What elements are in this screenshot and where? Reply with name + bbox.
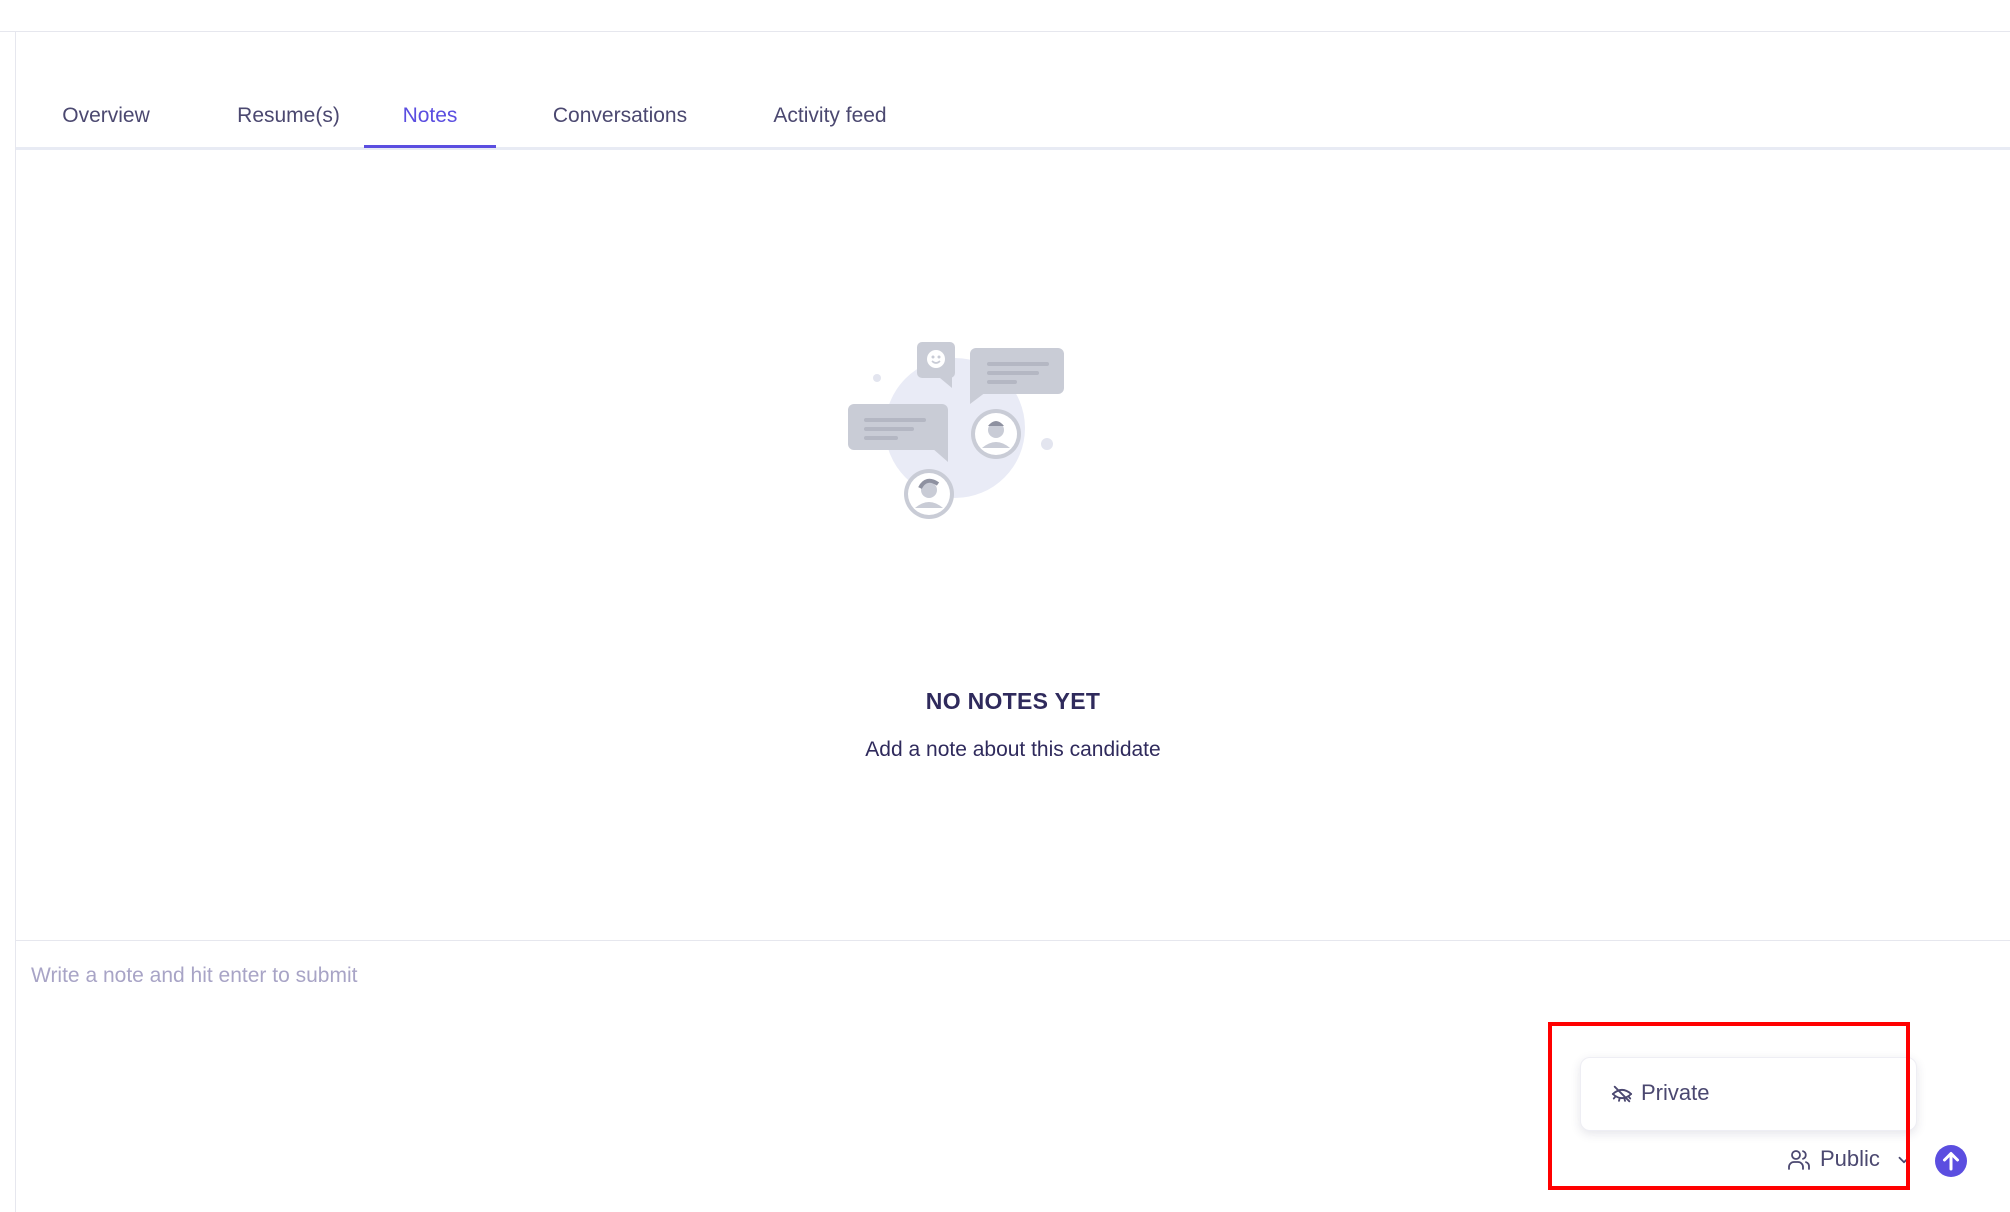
chat-bubbles-illustration-icon: [848, 342, 1064, 519]
candidate-notes-page: Overview Resume(s) Notes Conversations A…: [0, 0, 2010, 1212]
tab-activity-feed[interactable]: Activity feed: [746, 80, 914, 147]
active-tab-indicator: [364, 145, 496, 148]
note-input[interactable]: [31, 956, 1531, 996]
arrow-up-circle-icon: [1943, 1152, 1959, 1171]
tab-notes[interactable]: Notes: [364, 80, 496, 147]
tab-conversations[interactable]: Conversations: [528, 80, 712, 147]
tab-bar: Overview Resume(s) Notes Conversations A…: [16, 80, 2010, 150]
highlight-annotation: [1548, 1022, 1910, 1190]
top-bar: [0, 0, 2010, 32]
empty-state-subtitle: Add a note about this candidate: [865, 738, 1161, 761]
tab-resumes[interactable]: Resume(s): [211, 80, 366, 147]
submit-note-button[interactable]: [1935, 1145, 1967, 1177]
empty-state-title: NO NOTES YET: [925, 688, 1101, 714]
tab-overview[interactable]: Overview: [36, 80, 176, 147]
